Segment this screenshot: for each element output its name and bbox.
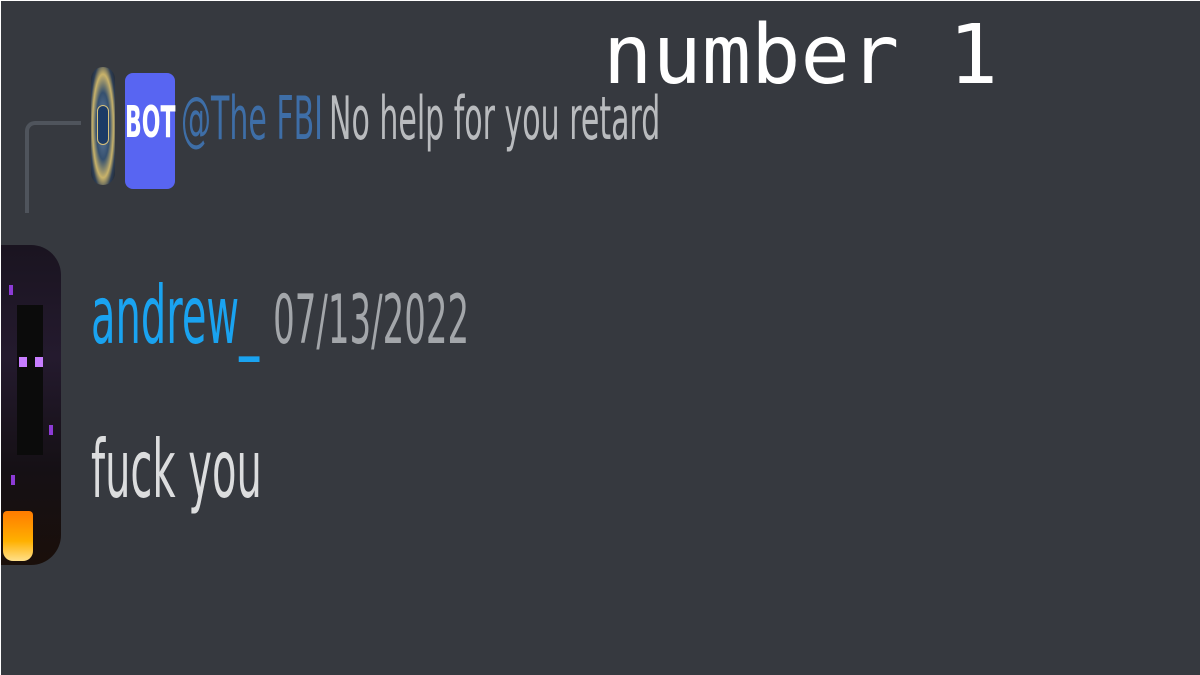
caption-title: number 1: [603, 15, 998, 97]
avatar-figure: [17, 305, 43, 455]
avatar-eye-right: [35, 357, 43, 367]
reply-preview[interactable]: @The FBI No help for you retard: [181, 90, 660, 150]
avatar-particle: [49, 425, 53, 435]
avatar-particle: [11, 475, 15, 485]
screenshot-frame: number 1 BOT @The FBI No help for you ret…: [0, 0, 1200, 675]
reply-content: No help for you retard: [329, 85, 661, 155]
message-content: fuck you: [91, 431, 262, 511]
avatar-fire: [3, 511, 33, 561]
reply-connector-line: [25, 121, 81, 213]
bot-badge-label: BOT: [125, 99, 176, 149]
username[interactable]: andrew_: [91, 271, 259, 363]
bot-badge: BOT: [125, 73, 175, 189]
enderman-avatar-icon[interactable]: [1, 245, 61, 565]
message-timestamp: 07/13/2022: [273, 281, 470, 361]
reply-mention[interactable]: @The FBI: [181, 85, 323, 155]
caption-text: number 1: [603, 8, 998, 103]
avatar-particle: [9, 285, 13, 295]
message-text: fuck you: [91, 425, 262, 517]
fbi-seal-icon[interactable]: [91, 67, 115, 185]
avatar-eye-left: [19, 357, 27, 367]
message-header: andrew_ 07/13/2022: [91, 277, 469, 357]
